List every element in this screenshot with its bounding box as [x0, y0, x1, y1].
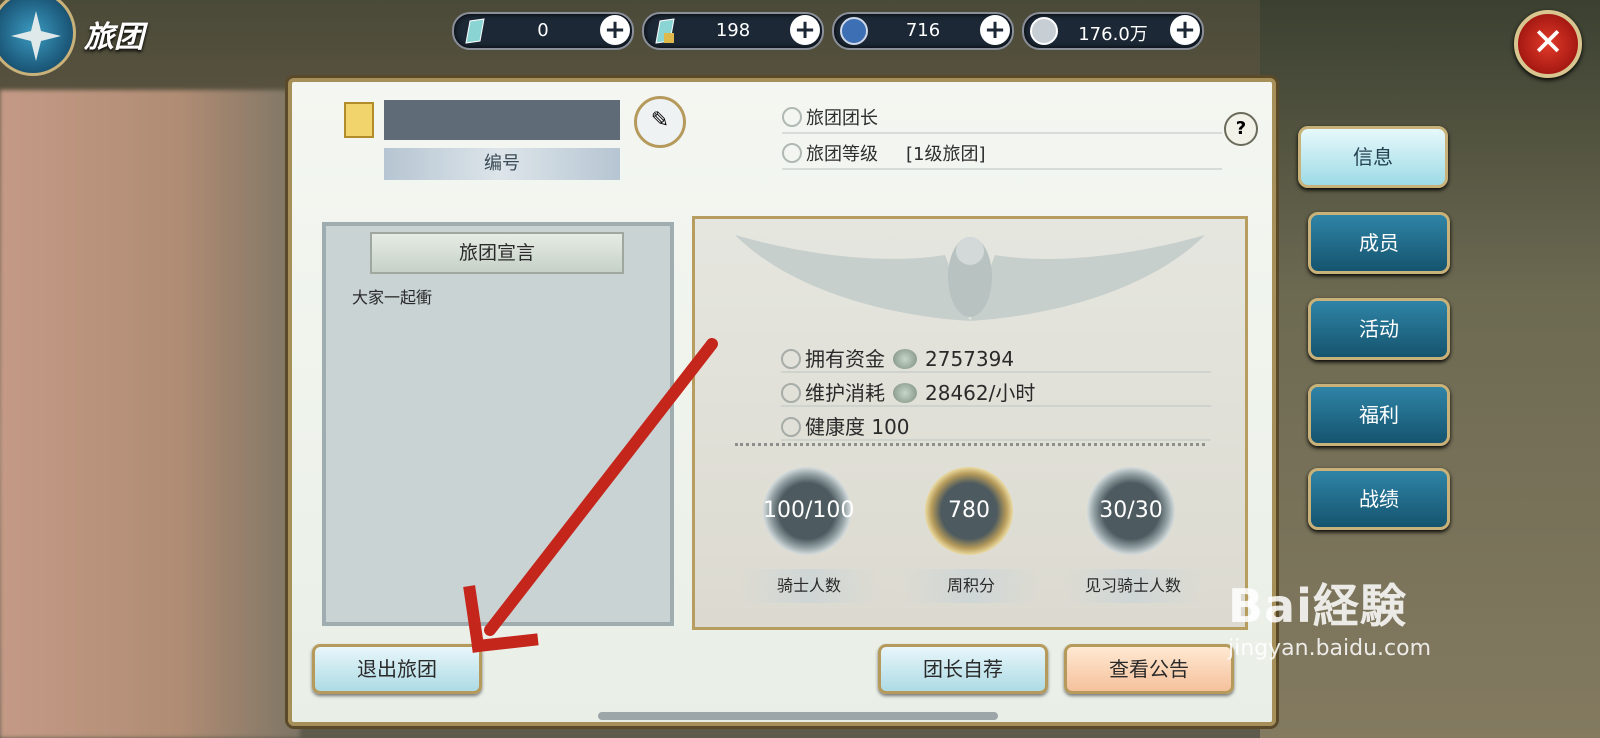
bullet-icon	[781, 417, 801, 437]
pencil-icon: ✎	[650, 108, 670, 133]
trainees-label: 见习骑士人数	[1063, 569, 1203, 603]
declaration-text: 大家一起衝	[352, 288, 433, 307]
tab-info[interactable]: 信息	[1298, 126, 1448, 188]
health-value: 100	[871, 415, 910, 439]
watermark: Bai経験 jingyan.baidu.com	[1228, 570, 1431, 661]
tab-welfare[interactable]: 福利	[1308, 384, 1450, 446]
view-notice-button[interactable]: 查看公告	[1064, 644, 1234, 694]
background-left	[0, 90, 300, 738]
knights-label: 骑士人数	[739, 569, 879, 603]
help-button[interactable]: ?	[1224, 112, 1258, 146]
guild-tower-icon	[344, 102, 374, 138]
health-label: 健康度	[805, 415, 865, 439]
leader-label: 旅团团长	[806, 108, 878, 129]
watermark-url: jingyan.baidu.com	[1228, 636, 1432, 661]
crystal-icon	[465, 18, 485, 44]
weekly-score: 780	[925, 467, 1013, 555]
health-row: 健康度 100	[781, 411, 1211, 441]
declaration-box: 旅团宣言 大家一起衝	[322, 222, 674, 626]
page-title: 旅团	[84, 20, 144, 55]
coin-stack-icon	[893, 349, 917, 369]
level-value: [1级旅团]	[906, 144, 986, 165]
resource-contribution-value: 716	[905, 20, 941, 41]
bullet-icon	[782, 107, 802, 127]
add-locked-crystal-button[interactable]: +	[790, 15, 820, 45]
resource-locked-crystal-value: 198	[715, 20, 751, 41]
leader-row: 旅团团长	[782, 104, 1222, 134]
add-silver-button[interactable]: +	[1170, 15, 1200, 45]
resource-silver-value: 176.0万	[1078, 24, 1148, 45]
tab-records[interactable]: 战绩	[1308, 468, 1450, 530]
bullet-icon	[781, 383, 801, 403]
silver-coin-icon	[1030, 17, 1058, 45]
compass-emblem-icon	[0, 0, 76, 76]
upkeep-row: 维护消耗 28462/小时	[781, 377, 1211, 407]
watermark-logo: Bai経験	[1228, 579, 1407, 633]
upkeep-value: 28462/小时	[925, 381, 1036, 405]
tab-members[interactable]: 成员	[1308, 212, 1450, 274]
funds-value: 2757394	[925, 347, 1015, 371]
funds-label: 拥有资金	[805, 347, 885, 371]
upkeep-label: 维护消耗	[805, 381, 885, 405]
locked-crystal-icon	[655, 18, 675, 44]
trainees-count: 30/30	[1087, 467, 1175, 555]
contribution-icon	[840, 17, 868, 45]
declaration-title: 旅团宣言	[370, 232, 624, 274]
resource-contribution: 716 +	[832, 12, 1014, 50]
knights-medal: 100/100	[755, 467, 861, 557]
funds-row: 拥有资金 2757394	[781, 343, 1211, 373]
edit-name-button[interactable]: ✎	[634, 96, 686, 148]
trainees-medal: 30/30	[1079, 467, 1185, 557]
leave-guild-button[interactable]: 退出旅团	[312, 644, 482, 694]
tab-activities[interactable]: 活动	[1308, 298, 1450, 360]
level-label: 旅团等级	[806, 144, 878, 165]
add-contribution-button[interactable]: +	[980, 15, 1010, 45]
resource-locked-crystal: 198 +	[642, 12, 824, 50]
scroll-indicator	[598, 712, 998, 720]
self-recommend-button[interactable]: 团长自荐	[878, 644, 1048, 694]
stats-box: 拥有资金 2757394 维护消耗 28462/小时 健康度 100 100/100…	[692, 216, 1248, 630]
guild-info-panel: ✎ 编号 旅团团长 旅团等级 [1级旅团] ? 旅团宣言 大家一起衝 拥有资金 27…	[288, 78, 1276, 726]
guild-id-label: 编号	[384, 148, 620, 180]
goddess-wings-emblem	[735, 235, 1205, 321]
weekly-score-label: 周积分	[901, 569, 1041, 603]
bullet-icon	[781, 349, 801, 369]
resource-crystal: 0 +	[452, 12, 634, 50]
divider	[735, 443, 1205, 446]
knights-count: 100/100	[763, 467, 854, 555]
bullet-icon	[782, 143, 802, 163]
weekly-score-medal: 780	[917, 467, 1023, 557]
guild-name	[384, 100, 620, 140]
coin-down-icon	[893, 383, 917, 403]
add-crystal-button[interactable]: +	[600, 15, 630, 45]
resource-silver: 176.0万 +	[1022, 12, 1204, 50]
level-row: 旅团等级 [1级旅团]	[782, 140, 1222, 170]
close-button[interactable]: ✕	[1514, 10, 1582, 78]
resource-crystal-value: 0	[537, 20, 549, 41]
